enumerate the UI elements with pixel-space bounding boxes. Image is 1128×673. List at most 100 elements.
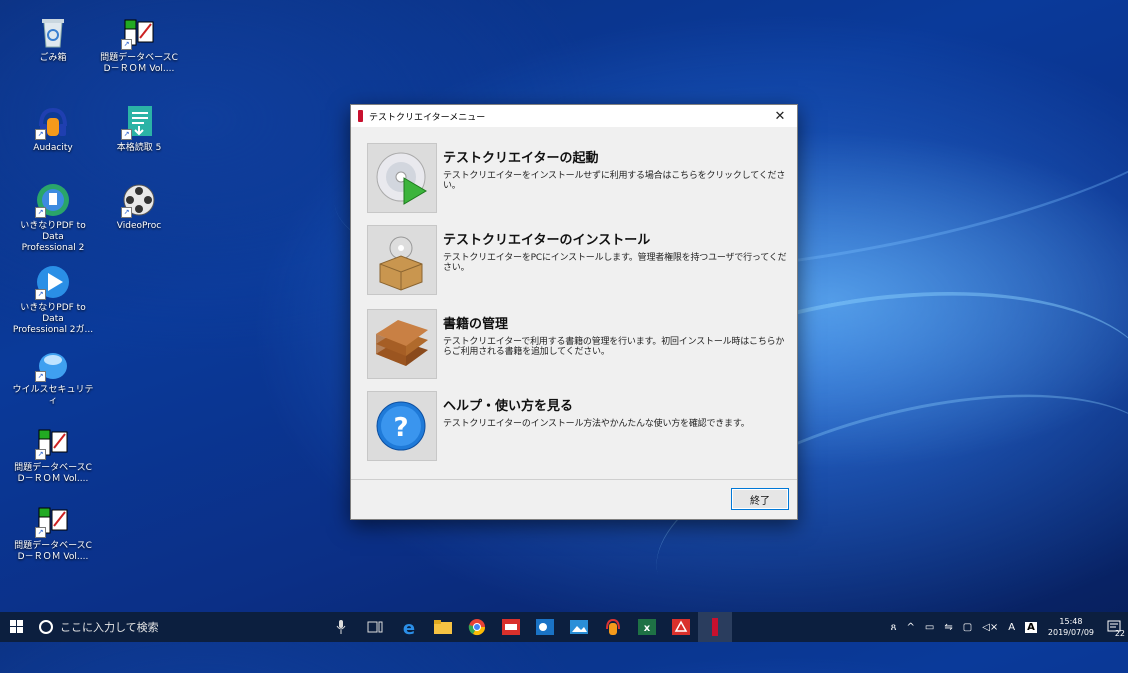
desktop-icon-problem-db-3[interactable]: ↗ 問題データベースC D－ＲＯＭ Vol.... (11, 502, 95, 563)
help-button[interactable]: ? (367, 391, 437, 461)
pdf-to-data-icon: ↗ (35, 182, 71, 218)
desktop-icon-label: VideoProc (116, 221, 162, 231)
windows-logo-icon (10, 620, 23, 633)
desktop-icon-label: 問題データベースC D－ＲＯＭ Vol.... (100, 53, 178, 74)
people-icon[interactable]: ጸ (891, 622, 897, 633)
clock[interactable]: 15:48 2019/07/09 (1048, 616, 1094, 638)
dialog-titlebar[interactable]: テストクリエイターメニュー ✕ (351, 105, 797, 127)
install-button[interactable] (367, 225, 437, 295)
books-button[interactable] (367, 309, 437, 379)
desktop-icon-audacity[interactable]: ↗ Audacity (11, 104, 95, 154)
desktop-icon-problem-db-2[interactable]: ↗ 問題データベースC D－ＲＯＭ Vol.... (11, 424, 95, 485)
menu-item-help: ? ヘルプ・使い方を見る テストクリエイターのインストール方法やかんたんな使い方… (367, 391, 787, 463)
task-view-icon (367, 621, 383, 633)
desktop-icon-label: いきなりPDF to Data Professional 2 (20, 221, 86, 253)
menu-item-description: テストクリエイターをPCにインストールします。管理者権限を持つユーザで行ってくだ… (443, 253, 787, 273)
exit-button[interactable]: 終了 (731, 488, 789, 510)
taskbar-acrobat[interactable] (664, 612, 698, 642)
svg-text:?: ? (393, 413, 408, 443)
clock-date: 2019/07/09 (1047, 628, 1094, 637)
display-icon[interactable]: ▢ (963, 622, 972, 633)
desktop-icon-pdf-to-data[interactable]: ↗ いきなりPDF to Data Professional 2 (11, 182, 95, 254)
search-circle-icon (39, 620, 53, 634)
taskbar-edge[interactable]: e (392, 612, 426, 642)
test-creator-menu-dialog: テストクリエイターメニュー ✕ テストクリエイターの起動 テストクリエイターをイ… (350, 104, 798, 520)
mail-app-icon (502, 619, 520, 635)
menu-item-description: テストクリエイターのインストール方法やかんたんな使い方を確認できます。 (443, 419, 750, 429)
close-icon[interactable]: ✕ (763, 109, 797, 124)
desktop-icon-label: Audacity (33, 143, 73, 153)
menu-item-title: テストクリエイターのインストール (443, 233, 651, 248)
books-icon (376, 320, 428, 366)
battery-icon[interactable]: ▭ (925, 622, 934, 633)
volume-icon[interactable]: ◁× (982, 622, 998, 633)
taskbar-app-red[interactable] (494, 612, 528, 642)
desktop-icon-problem-db-1[interactable]: ↗ 問題データベースC D－ＲＯＭ Vol.... (97, 14, 181, 75)
app-icon (358, 110, 363, 122)
menu-item-description: テストクリエイターで利用する書籍の管理を行います。初回インストール時はこちらから… (443, 337, 785, 357)
desktop-icon-label: 本格読取 5 (116, 143, 162, 153)
svg-text:x: x (644, 623, 651, 634)
document-scan-icon: ↗ (121, 104, 157, 140)
audacity-small-icon (606, 619, 620, 635)
taskbar-test-creator[interactable] (698, 612, 732, 642)
desktop-icon-pdf-to-data-guide[interactable]: ↗ いきなりPDF to Data Professional 2ガ... (11, 264, 95, 336)
system-tray: ጸ ^ ▭ ⇋ ▢ ◁× A A 15:48 2019/07/09 22 (886, 612, 1128, 642)
install-box-icon (379, 236, 423, 291)
taskbar-excel[interactable]: x (630, 612, 664, 642)
outlook-icon (536, 619, 554, 635)
menu-item-title: テストクリエイターの起動 (443, 151, 599, 166)
search-box[interactable]: ここに入力して検索 (34, 612, 324, 642)
pdf-icon (672, 619, 690, 635)
desktop-icon-label: 問題データベースC D－ＲＯＭ Vol.... (14, 463, 92, 484)
recycle-bin-icon (35, 14, 71, 50)
test-creator-icon (712, 618, 718, 636)
menu-item-title: 書籍の管理 (443, 317, 509, 332)
taskbar-audacity[interactable] (596, 612, 630, 642)
microphone-icon (336, 620, 346, 634)
film-reel-icon: ↗ (121, 182, 157, 218)
problem-database-icon: ↗ (35, 424, 71, 460)
folder-icon (434, 620, 452, 634)
excel-icon: x (638, 619, 656, 635)
start-button[interactable] (0, 612, 34, 642)
problem-database-icon: ↗ (121, 14, 157, 50)
taskbar-chrome[interactable] (460, 612, 494, 642)
play-button-icon: ↗ (35, 264, 71, 300)
desktop-icon-label: 問題データベースC D－ＲＯＭ Vol.... (14, 541, 92, 562)
problem-database-icon: ↗ (35, 502, 71, 538)
search-placeholder: ここに入力して検索 (60, 621, 159, 634)
ime-icon[interactable]: A (1025, 621, 1037, 633)
desktop-icon-label: ごみ箱 (39, 53, 67, 63)
ime-mode-indicator[interactable]: A (1008, 622, 1015, 633)
taskbar-outlook[interactable] (528, 612, 562, 642)
help-icon: ? (376, 401, 426, 451)
network-icon[interactable]: ⇋ (944, 622, 952, 633)
chevron-up-icon[interactable]: ^ (907, 622, 915, 633)
menu-item-launch: テストクリエイターの起動 テストクリエイターをインストールせずに利用する場合はこ… (367, 143, 787, 215)
launch-button[interactable] (367, 143, 437, 213)
desktop-icon-honkaku-yomitori[interactable]: ↗ 本格読取 5 (97, 104, 181, 154)
desktop-icon-recycle-bin[interactable]: ごみ箱 (11, 14, 95, 64)
taskbar-file-explorer[interactable] (426, 612, 460, 642)
microphone-button[interactable] (324, 612, 358, 642)
desktop-icon-virus-security[interactable]: ↗ ウイルスセキュリティ (11, 346, 95, 407)
desktop-icon-label: いきなりPDF to Data Professional 2ガ... (12, 303, 94, 335)
photos-icon (570, 620, 588, 634)
notification-count: 22 (1114, 629, 1125, 638)
edge-icon: e (403, 618, 415, 636)
dialog-separator (351, 479, 797, 480)
task-view-button[interactable] (358, 612, 392, 642)
menu-item-books: 書籍の管理 テストクリエイターで利用する書籍の管理を行います。初回インストール時… (367, 309, 787, 381)
taskbar-photos[interactable] (562, 612, 596, 642)
cd-play-icon (376, 152, 427, 205)
notification-center[interactable]: 22 (1100, 612, 1128, 642)
clock-time: 15:48 (1059, 617, 1083, 626)
dialog-title: テストクリエイターメニュー (369, 112, 486, 123)
menu-item-install: テストクリエイターのインストール テストクリエイターをPCにインストールします。… (367, 225, 787, 297)
menu-item-title: ヘルプ・使い方を見る (443, 399, 574, 414)
chrome-icon (468, 619, 486, 636)
security-shield-icon: ↗ (35, 346, 71, 382)
menu-item-description: テストクリエイターをインストールせずに利用する場合はこちらをクリックしてください… (443, 171, 786, 191)
desktop-icon-videoproc[interactable]: ↗ VideoProc (97, 182, 181, 232)
